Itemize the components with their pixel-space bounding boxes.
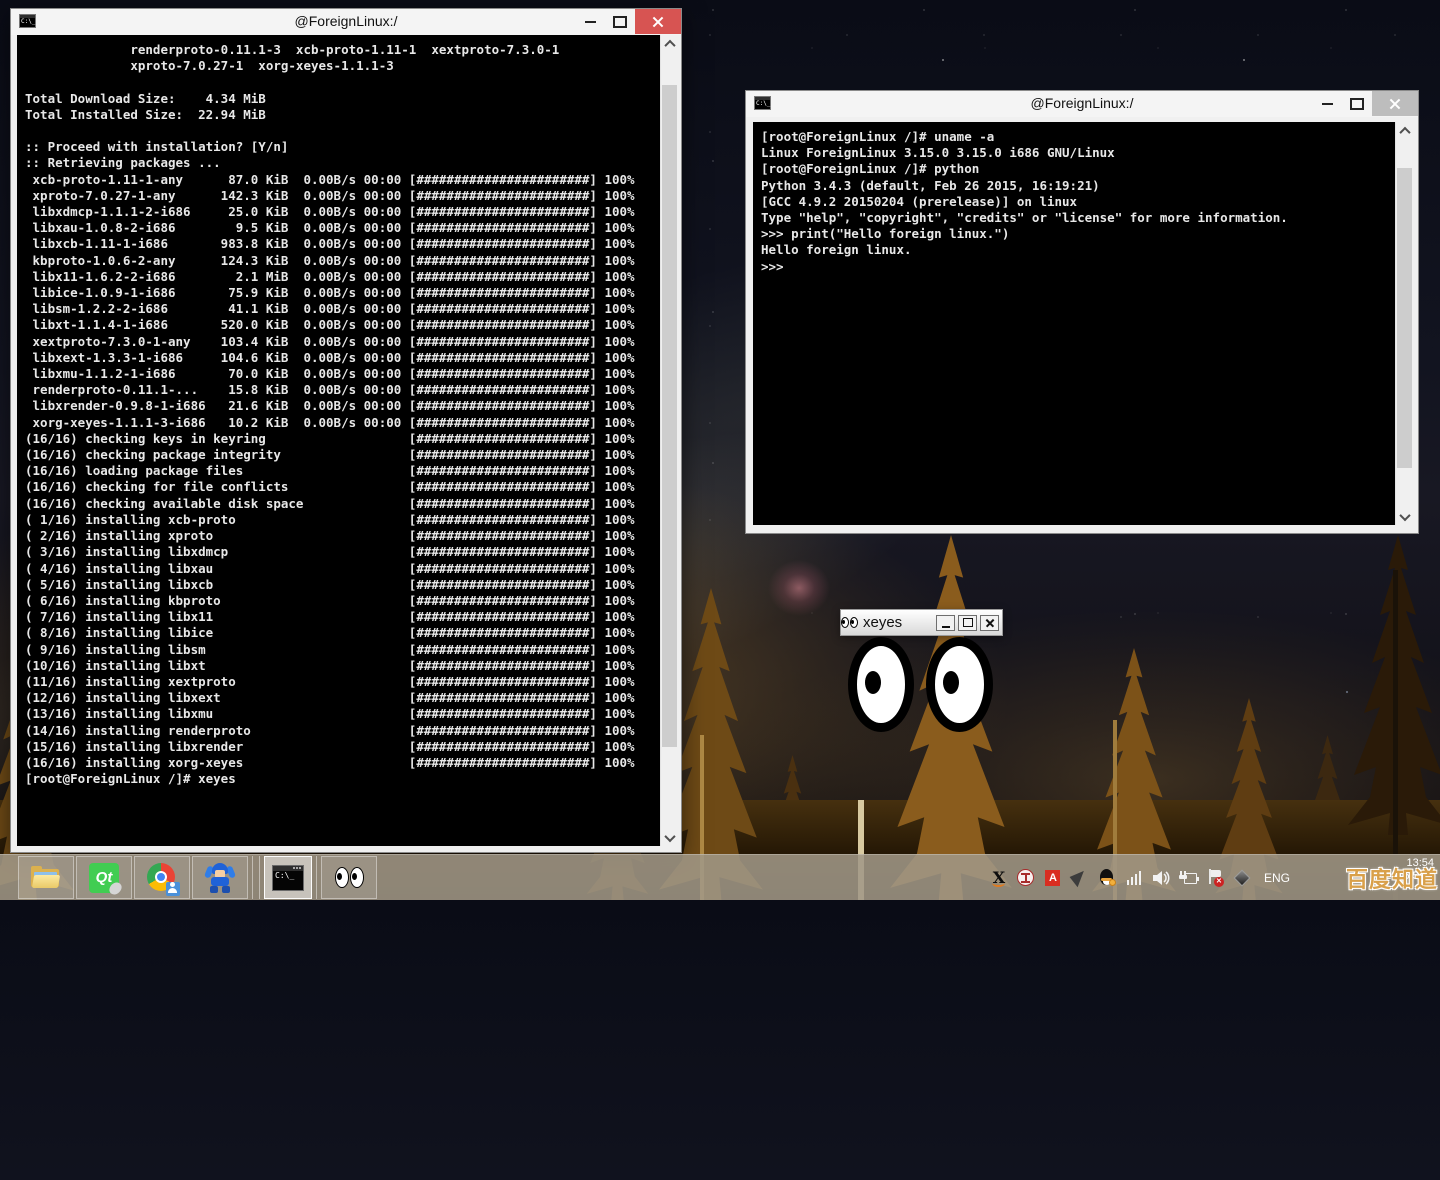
pink-nebula [768,560,830,616]
megaman-icon [207,863,233,893]
xeyes-left-pupil [865,671,881,694]
adobe-icon[interactable]: A [1044,869,1062,887]
icbc-bank-icon[interactable] [1017,869,1035,887]
taskbar-separator [316,856,317,899]
scroll-down-arrow[interactable] [661,829,678,846]
scroll-thumb[interactable] [1397,168,1412,468]
xeyes-icon [841,617,858,628]
scroll-up-arrow[interactable] [661,35,678,52]
xeyes-window-title: xeyes [863,614,902,631]
minimize-button[interactable] [1312,91,1342,116]
maximize-button[interactable] [605,9,635,34]
scroll-up-arrow[interactable] [1396,122,1413,139]
titlebar[interactable]: C:\_ @ForeignLinux:/ [11,9,681,35]
console-window-icon: C:\_ [272,865,304,891]
xeyes-close-button[interactable] [980,615,999,631]
scrollbar[interactable] [1395,122,1412,525]
language-indicator[interactable]: ENG [1264,871,1290,885]
xeyes-left-eye [848,637,914,732]
qq-icon[interactable] [1098,869,1116,887]
taskbar-separator [259,856,260,899]
terminal-window-pacman[interactable]: C:\_ @ForeignLinux:/ renderproto-0.11.1-… [10,8,682,853]
error-badge: ✕ [1214,877,1224,887]
x-server-icon[interactable]: X [990,869,1008,887]
taskbar-buttons: Qt C:\_ [18,856,377,899]
chrome-icon [147,863,177,893]
scroll-down-arrow[interactable] [1396,508,1413,525]
qt-glyph: Qt [96,869,113,886]
taskbar-button-qt-creator[interactable]: Qt [76,856,132,899]
xeyes-taskbar-icon [335,867,364,888]
taskbar-button-console-active[interactable]: C:\_ [264,856,312,899]
baidu-zhidao-watermark: 百度知道 [1346,862,1438,894]
volume-icon[interactable] [1152,869,1170,887]
console-output: [root@ForeignLinux /]# uname -a Linux Fo… [753,122,1395,525]
scroll-thumb[interactable] [662,85,677,747]
console-glyph: C:\_ [273,871,303,881]
xeyes-maximize-button[interactable] [958,615,977,631]
taskbar-button-chrome[interactable] [134,856,190,899]
xeyes-right-eye [926,637,993,732]
diamond-icon[interactable] [1233,869,1251,887]
xeyes-minimize-button[interactable] [936,615,955,631]
xeyes-window-titlebar[interactable]: xeyes [840,609,1003,636]
taskbar-button-xeyes[interactable] [321,856,377,899]
xeyes-right-pupil [943,671,959,694]
maximize-button[interactable] [1342,91,1372,116]
action-center-flag-icon[interactable]: ✕ [1206,869,1224,887]
network-signal-icon[interactable] [1125,869,1143,887]
minimize-button[interactable] [575,9,605,34]
power-plug-icon[interactable] [1179,869,1197,887]
scrollbar[interactable] [660,35,677,846]
adobe-glyph: A [1045,870,1060,886]
close-button[interactable] [635,9,681,34]
terminal-window-python[interactable]: C:\_ @ForeignLinux:/ [root@ForeignLinux … [745,90,1419,534]
taskbar-button-megaman[interactable] [192,856,248,899]
taskbar: Qt C:\_ [0,854,1440,900]
console-output: renderproto-0.11.1-3 xcb-proto-1.11-1 xe… [17,35,660,846]
paper-plane-icon[interactable] [1071,869,1089,887]
taskbar-separator [252,856,253,899]
close-button[interactable] [1372,91,1418,116]
file-explorer-icon [31,865,61,890]
qt-creator-icon: Qt [89,863,119,893]
taskbar-button-file-explorer[interactable] [18,856,74,899]
titlebar[interactable]: C:\_ @ForeignLinux:/ [746,91,1418,117]
